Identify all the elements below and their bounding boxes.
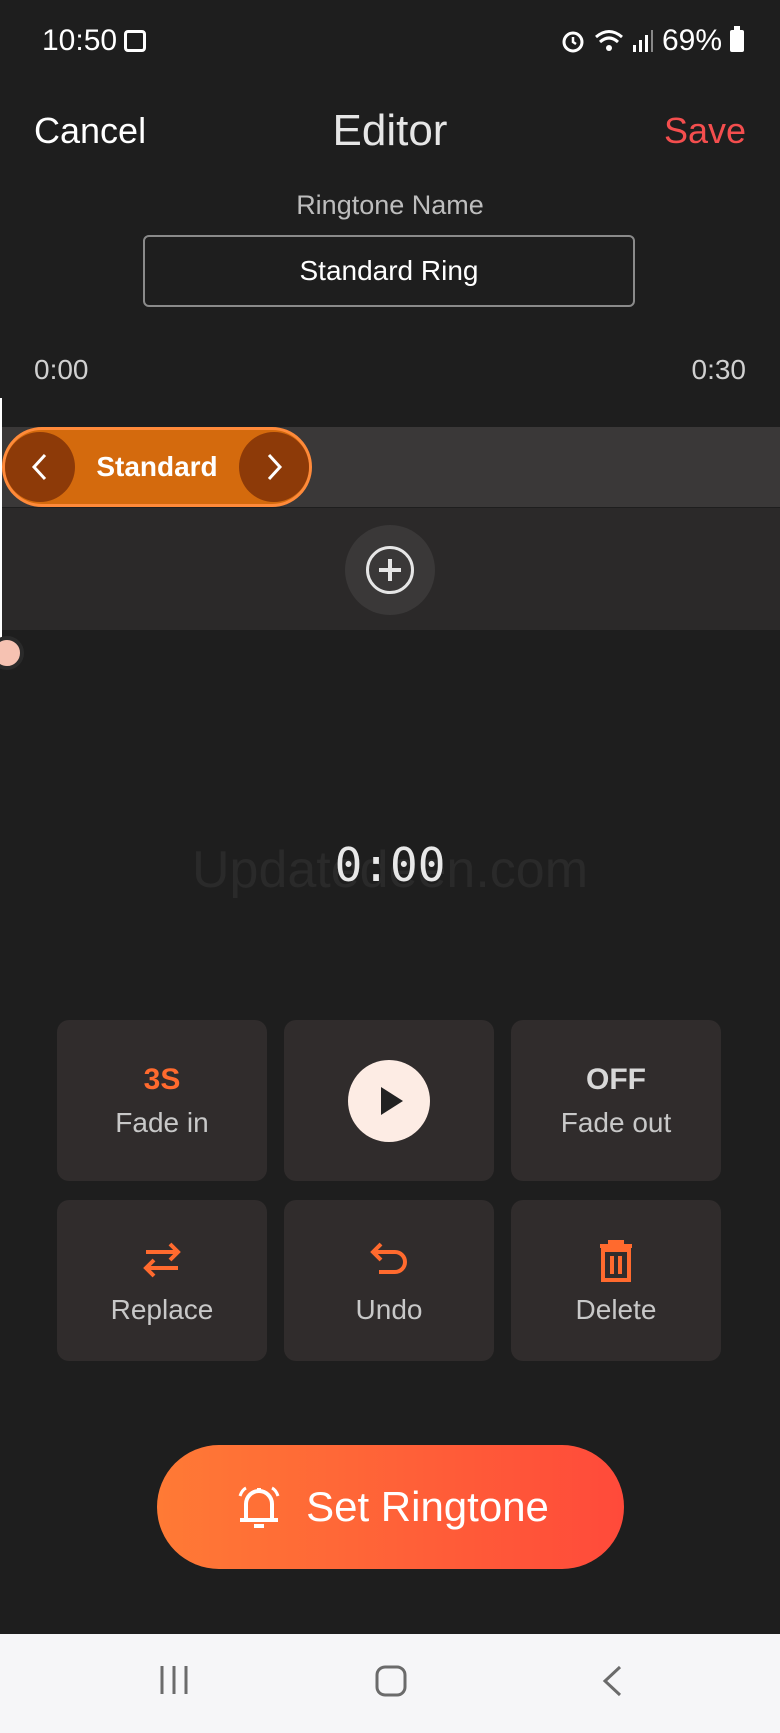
replace-label: Replace	[110, 1293, 214, 1325]
timeline-end-time: 0:30	[691, 354, 747, 385]
wifi-icon	[594, 30, 623, 51]
undo-button[interactable]: Undo	[284, 1200, 494, 1361]
fade-out-label: Fade out	[560, 1106, 672, 1138]
play-icon	[348, 1059, 430, 1142]
playhead-handle[interactable]	[0, 636, 24, 670]
fade-in-label: Fade in	[115, 1106, 209, 1138]
plus-icon	[366, 546, 414, 594]
fade-in-value: 3S	[143, 1062, 181, 1096]
clip-label: Standard	[96, 451, 218, 482]
delete-label: Delete	[575, 1293, 657, 1325]
ringtone-name-input[interactable]: Standard Ring	[143, 235, 635, 307]
set-ringtone-label: Set Ringtone	[306, 1483, 549, 1530]
audio-clip[interactable]: Standard	[2, 427, 312, 507]
replace-icon	[143, 1242, 181, 1277]
replace-button[interactable]: Replace	[57, 1200, 267, 1361]
fade-out-button[interactable]: OFF Fade out	[511, 1020, 721, 1181]
clip-prev-button[interactable]	[5, 432, 75, 502]
delete-button[interactable]: Delete	[511, 1200, 721, 1361]
back-icon[interactable]	[600, 1664, 624, 1698]
home-icon[interactable]	[374, 1664, 408, 1698]
set-ringtone-button[interactable]: Set Ringtone	[157, 1445, 624, 1569]
fade-out-value: OFF	[586, 1062, 646, 1096]
bell-icon	[238, 1486, 280, 1528]
status-indicators: 69%	[560, 24, 744, 58]
battery-percent: 69%	[661, 24, 722, 57]
signal-icon	[632, 30, 653, 52]
add-track-button[interactable]	[345, 525, 435, 615]
trash-icon	[600, 1239, 632, 1282]
timeline-start-time: 0:00	[34, 354, 89, 385]
battery-icon	[730, 26, 744, 52]
chevron-left-icon	[31, 453, 47, 481]
status-time: 10:50	[42, 24, 118, 57]
gallery-icon	[124, 30, 146, 52]
save-button[interactable]: Save	[664, 110, 746, 152]
status-bar: 10:50 69%	[0, 0, 780, 88]
header: Cancel Editor Save	[0, 100, 780, 160]
undo-label: Undo	[355, 1293, 423, 1325]
playback-timer: 0:00	[334, 838, 446, 892]
alarm-icon	[562, 31, 584, 53]
fade-in-button[interactable]: 3S Fade in	[57, 1020, 267, 1181]
playhead-line[interactable]	[0, 398, 2, 648]
clip-next-button[interactable]	[238, 432, 309, 502]
system-nav-bar	[0, 1634, 780, 1733]
recent-apps-icon[interactable]	[158, 1664, 190, 1696]
ringtone-name-label: Ringtone Name	[296, 190, 484, 220]
chevron-right-icon	[267, 453, 283, 481]
undo-icon	[370, 1242, 407, 1274]
play-button[interactable]	[284, 1020, 494, 1181]
